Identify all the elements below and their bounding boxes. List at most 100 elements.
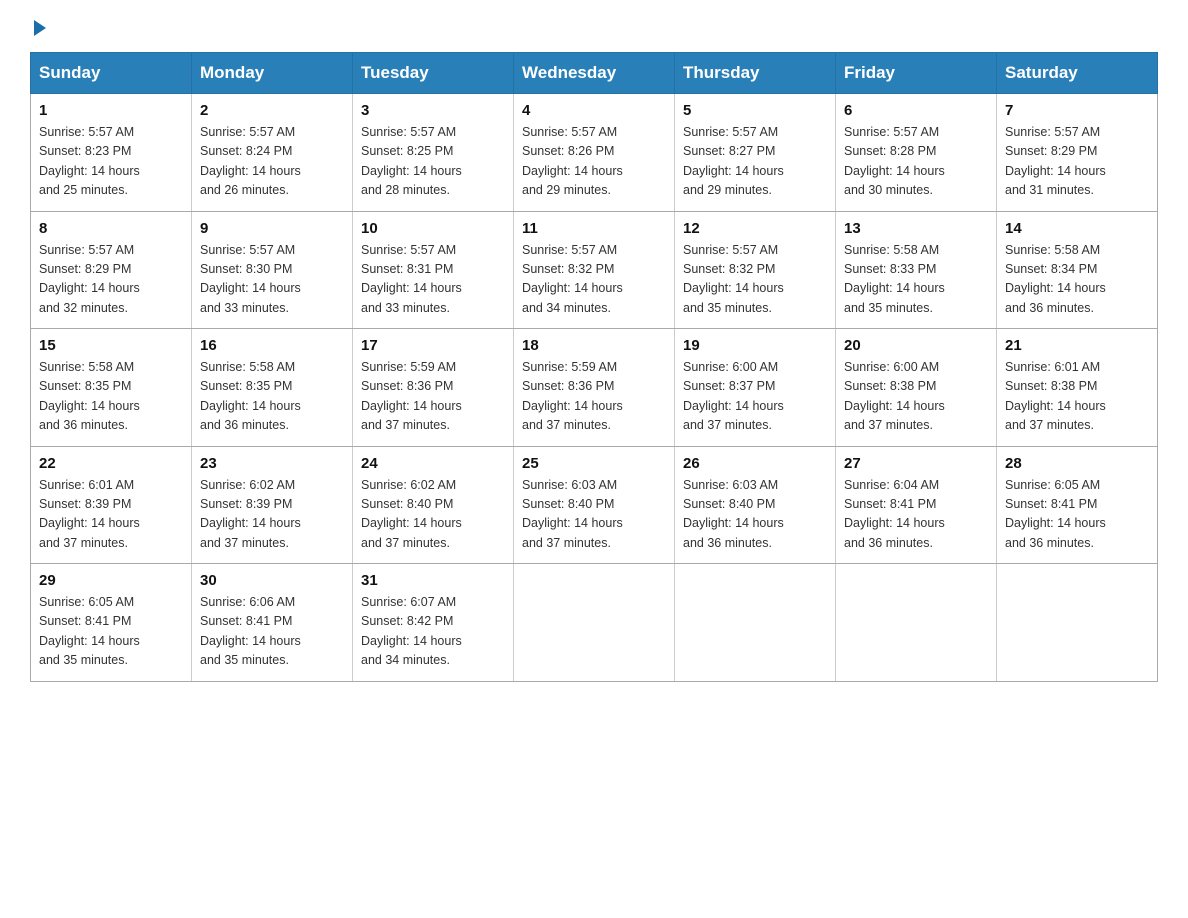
- day-info: Sunrise: 5:59 AM Sunset: 8:36 PM Dayligh…: [361, 358, 505, 436]
- calendar-cell: [836, 564, 997, 682]
- day-info: Sunrise: 5:59 AM Sunset: 8:36 PM Dayligh…: [522, 358, 666, 436]
- day-number: 9: [200, 220, 344, 237]
- calendar-cell: 3 Sunrise: 5:57 AM Sunset: 8:25 PM Dayli…: [353, 94, 514, 212]
- calendar-cell: 2 Sunrise: 5:57 AM Sunset: 8:24 PM Dayli…: [192, 94, 353, 212]
- day-info: Sunrise: 5:57 AM Sunset: 8:30 PM Dayligh…: [200, 241, 344, 319]
- day-info: Sunrise: 5:57 AM Sunset: 8:24 PM Dayligh…: [200, 123, 344, 201]
- day-info: Sunrise: 6:01 AM Sunset: 8:38 PM Dayligh…: [1005, 358, 1149, 436]
- day-info: Sunrise: 6:02 AM Sunset: 8:40 PM Dayligh…: [361, 476, 505, 554]
- day-number: 20: [844, 337, 988, 354]
- calendar-cell: 28 Sunrise: 6:05 AM Sunset: 8:41 PM Dayl…: [997, 446, 1158, 564]
- header-sunday: Sunday: [31, 53, 192, 94]
- logo: [30, 20, 46, 36]
- calendar-cell: 12 Sunrise: 5:57 AM Sunset: 8:32 PM Dayl…: [675, 211, 836, 329]
- day-info: Sunrise: 6:07 AM Sunset: 8:42 PM Dayligh…: [361, 593, 505, 671]
- calendar-cell: 16 Sunrise: 5:58 AM Sunset: 8:35 PM Dayl…: [192, 329, 353, 447]
- calendar-week-row: 1 Sunrise: 5:57 AM Sunset: 8:23 PM Dayli…: [31, 94, 1158, 212]
- day-info: Sunrise: 6:04 AM Sunset: 8:41 PM Dayligh…: [844, 476, 988, 554]
- calendar-week-row: 8 Sunrise: 5:57 AM Sunset: 8:29 PM Dayli…: [31, 211, 1158, 329]
- calendar-cell: [514, 564, 675, 682]
- day-info: Sunrise: 6:00 AM Sunset: 8:37 PM Dayligh…: [683, 358, 827, 436]
- calendar-cell: 4 Sunrise: 5:57 AM Sunset: 8:26 PM Dayli…: [514, 94, 675, 212]
- day-info: Sunrise: 5:57 AM Sunset: 8:23 PM Dayligh…: [39, 123, 183, 201]
- day-number: 8: [39, 220, 183, 237]
- calendar-cell: 19 Sunrise: 6:00 AM Sunset: 8:37 PM Dayl…: [675, 329, 836, 447]
- header-monday: Monday: [192, 53, 353, 94]
- day-number: 4: [522, 102, 666, 119]
- calendar-header-row: SundayMondayTuesdayWednesdayThursdayFrid…: [31, 53, 1158, 94]
- day-number: 2: [200, 102, 344, 119]
- calendar-cell: [997, 564, 1158, 682]
- calendar-cell: 8 Sunrise: 5:57 AM Sunset: 8:29 PM Dayli…: [31, 211, 192, 329]
- calendar-cell: 1 Sunrise: 5:57 AM Sunset: 8:23 PM Dayli…: [31, 94, 192, 212]
- day-info: Sunrise: 5:57 AM Sunset: 8:29 PM Dayligh…: [1005, 123, 1149, 201]
- day-info: Sunrise: 5:57 AM Sunset: 8:29 PM Dayligh…: [39, 241, 183, 319]
- day-info: Sunrise: 5:58 AM Sunset: 8:33 PM Dayligh…: [844, 241, 988, 319]
- calendar-table: SundayMondayTuesdayWednesdayThursdayFrid…: [30, 52, 1158, 682]
- day-info: Sunrise: 6:02 AM Sunset: 8:39 PM Dayligh…: [200, 476, 344, 554]
- calendar-week-row: 29 Sunrise: 6:05 AM Sunset: 8:41 PM Dayl…: [31, 564, 1158, 682]
- day-info: Sunrise: 5:57 AM Sunset: 8:28 PM Dayligh…: [844, 123, 988, 201]
- day-number: 19: [683, 337, 827, 354]
- day-number: 7: [1005, 102, 1149, 119]
- day-info: Sunrise: 5:57 AM Sunset: 8:31 PM Dayligh…: [361, 241, 505, 319]
- header-saturday: Saturday: [997, 53, 1158, 94]
- day-info: Sunrise: 5:57 AM Sunset: 8:25 PM Dayligh…: [361, 123, 505, 201]
- day-number: 16: [200, 337, 344, 354]
- calendar-cell: 21 Sunrise: 6:01 AM Sunset: 8:38 PM Dayl…: [997, 329, 1158, 447]
- day-number: 27: [844, 455, 988, 472]
- calendar-cell: 29 Sunrise: 6:05 AM Sunset: 8:41 PM Dayl…: [31, 564, 192, 682]
- calendar-cell: 17 Sunrise: 5:59 AM Sunset: 8:36 PM Dayl…: [353, 329, 514, 447]
- day-info: Sunrise: 6:05 AM Sunset: 8:41 PM Dayligh…: [39, 593, 183, 671]
- day-number: 23: [200, 455, 344, 472]
- day-info: Sunrise: 6:03 AM Sunset: 8:40 PM Dayligh…: [522, 476, 666, 554]
- day-number: 12: [683, 220, 827, 237]
- day-info: Sunrise: 6:00 AM Sunset: 8:38 PM Dayligh…: [844, 358, 988, 436]
- calendar-cell: 13 Sunrise: 5:58 AM Sunset: 8:33 PM Dayl…: [836, 211, 997, 329]
- day-info: Sunrise: 5:58 AM Sunset: 8:35 PM Dayligh…: [200, 358, 344, 436]
- calendar-cell: 11 Sunrise: 5:57 AM Sunset: 8:32 PM Dayl…: [514, 211, 675, 329]
- calendar-cell: 6 Sunrise: 5:57 AM Sunset: 8:28 PM Dayli…: [836, 94, 997, 212]
- calendar-week-row: 15 Sunrise: 5:58 AM Sunset: 8:35 PM Dayl…: [31, 329, 1158, 447]
- calendar-cell: 10 Sunrise: 5:57 AM Sunset: 8:31 PM Dayl…: [353, 211, 514, 329]
- day-info: Sunrise: 5:57 AM Sunset: 8:26 PM Dayligh…: [522, 123, 666, 201]
- day-number: 17: [361, 337, 505, 354]
- calendar-cell: 25 Sunrise: 6:03 AM Sunset: 8:40 PM Dayl…: [514, 446, 675, 564]
- header-friday: Friday: [836, 53, 997, 94]
- day-number: 30: [200, 572, 344, 589]
- calendar-cell: 22 Sunrise: 6:01 AM Sunset: 8:39 PM Dayl…: [31, 446, 192, 564]
- day-info: Sunrise: 6:03 AM Sunset: 8:40 PM Dayligh…: [683, 476, 827, 554]
- day-number: 28: [1005, 455, 1149, 472]
- calendar-cell: 14 Sunrise: 5:58 AM Sunset: 8:34 PM Dayl…: [997, 211, 1158, 329]
- day-info: Sunrise: 5:57 AM Sunset: 8:32 PM Dayligh…: [683, 241, 827, 319]
- day-number: 18: [522, 337, 666, 354]
- day-number: 29: [39, 572, 183, 589]
- day-info: Sunrise: 5:58 AM Sunset: 8:35 PM Dayligh…: [39, 358, 183, 436]
- header-thursday: Thursday: [675, 53, 836, 94]
- day-number: 3: [361, 102, 505, 119]
- header-wednesday: Wednesday: [514, 53, 675, 94]
- day-number: 5: [683, 102, 827, 119]
- day-info: Sunrise: 5:57 AM Sunset: 8:27 PM Dayligh…: [683, 123, 827, 201]
- day-number: 14: [1005, 220, 1149, 237]
- day-number: 21: [1005, 337, 1149, 354]
- calendar-cell: 9 Sunrise: 5:57 AM Sunset: 8:30 PM Dayli…: [192, 211, 353, 329]
- day-number: 31: [361, 572, 505, 589]
- day-number: 6: [844, 102, 988, 119]
- day-info: Sunrise: 5:57 AM Sunset: 8:32 PM Dayligh…: [522, 241, 666, 319]
- calendar-cell: 31 Sunrise: 6:07 AM Sunset: 8:42 PM Dayl…: [353, 564, 514, 682]
- day-number: 25: [522, 455, 666, 472]
- calendar-cell: 5 Sunrise: 5:57 AM Sunset: 8:27 PM Dayli…: [675, 94, 836, 212]
- calendar-cell: 15 Sunrise: 5:58 AM Sunset: 8:35 PM Dayl…: [31, 329, 192, 447]
- calendar-cell: 7 Sunrise: 5:57 AM Sunset: 8:29 PM Dayli…: [997, 94, 1158, 212]
- day-info: Sunrise: 6:06 AM Sunset: 8:41 PM Dayligh…: [200, 593, 344, 671]
- logo-blue-text: [30, 20, 46, 36]
- logo-arrow-icon: [34, 20, 46, 36]
- day-info: Sunrise: 6:01 AM Sunset: 8:39 PM Dayligh…: [39, 476, 183, 554]
- calendar-week-row: 22 Sunrise: 6:01 AM Sunset: 8:39 PM Dayl…: [31, 446, 1158, 564]
- day-info: Sunrise: 6:05 AM Sunset: 8:41 PM Dayligh…: [1005, 476, 1149, 554]
- calendar-cell: 24 Sunrise: 6:02 AM Sunset: 8:40 PM Dayl…: [353, 446, 514, 564]
- day-number: 11: [522, 220, 666, 237]
- day-number: 15: [39, 337, 183, 354]
- day-number: 13: [844, 220, 988, 237]
